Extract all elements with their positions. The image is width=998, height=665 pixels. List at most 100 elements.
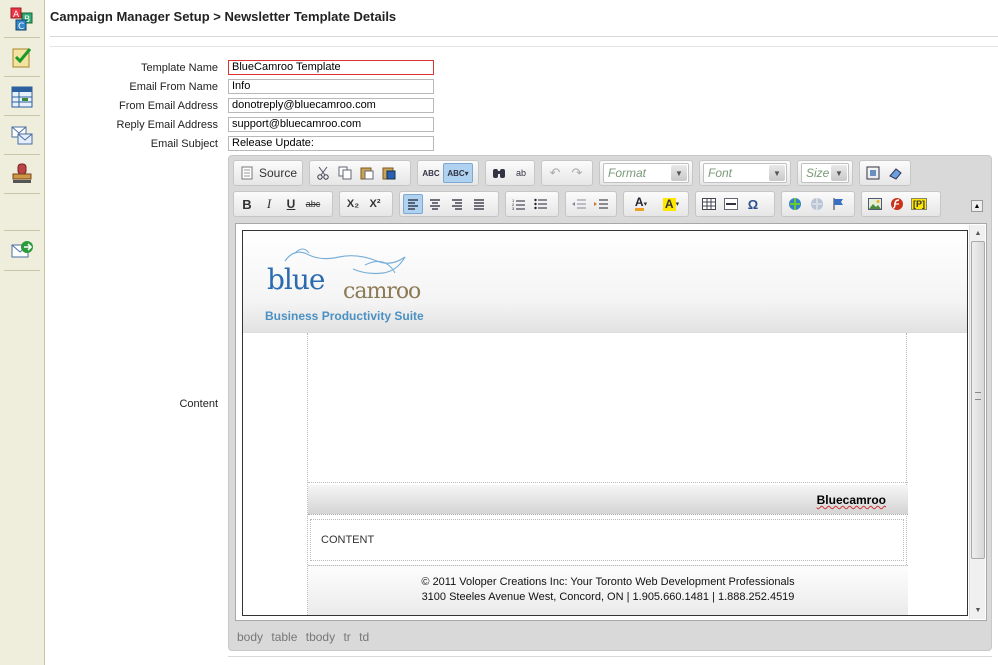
maximize-icon[interactable] — [863, 163, 883, 183]
script-group: X₂ X² — [339, 191, 393, 217]
font-group: Font ▼ — [699, 160, 791, 186]
editor-canvas[interactable]: blue camroo Business Productivity Suite … — [235, 223, 987, 621]
path-item[interactable]: td — [359, 630, 369, 644]
checklist-icon[interactable] — [9, 44, 35, 70]
horizontal-rule-icon[interactable] — [721, 194, 741, 214]
template-footer: © 2011 Voloper Creations Inc: Your Toron… — [308, 565, 908, 615]
anchor-flag-icon[interactable] — [829, 194, 849, 214]
left-sidebar: ABC — [0, 0, 45, 665]
chevron-down-icon: ▼ — [831, 165, 847, 181]
footer-line-1: © 2011 Voloper Creations Inc: Your Toron… — [421, 576, 795, 588]
insert-group: Ω — [695, 191, 775, 217]
numbered-list-icon[interactable]: 123 — [509, 194, 529, 214]
format-dropdown[interactable]: Format ▼ — [603, 163, 689, 183]
align-justify-icon[interactable] — [469, 194, 489, 214]
logo-word-camroo: camroo — [343, 279, 421, 304]
spell-as-you-type-icon[interactable]: ABC▾ — [443, 163, 473, 183]
email-send-icon[interactable] — [9, 238, 35, 264]
superscript-button[interactable]: X² — [365, 194, 385, 214]
template-main-column: Bluecamroo CONTENT © 2011 Voloper Creati… — [307, 333, 908, 615]
image-icon[interactable] — [865, 194, 885, 214]
background-color-icon[interactable]: A ▾ — [657, 194, 685, 214]
text-color-icon[interactable]: A ▾ — [627, 194, 655, 214]
email-from-name-input[interactable]: Info — [228, 79, 434, 94]
paste-icon[interactable] — [357, 163, 377, 183]
path-item[interactable]: table — [271, 630, 297, 644]
unlink-icon[interactable] — [807, 194, 827, 214]
italic-button[interactable]: I — [259, 194, 279, 214]
size-dropdown[interactable]: Size ▼ — [801, 163, 849, 183]
font-dropdown[interactable]: Font ▼ — [703, 163, 787, 183]
paste-word-icon[interactable] — [379, 163, 399, 183]
indent-icon[interactable] — [591, 194, 611, 214]
content-block[interactable]: CONTENT — [310, 519, 904, 561]
mail-merge-icon[interactable] — [9, 122, 35, 148]
style-group: B I U abc — [233, 191, 333, 217]
template-header: blue camroo Business Productivity Suite — [243, 231, 967, 333]
find-icon[interactable] — [489, 163, 509, 183]
path-item[interactable]: body — [237, 630, 263, 644]
replace-icon[interactable]: ab — [511, 163, 531, 183]
footer-line-2: 3100 Steeles Avenue West, Concord, ON | … — [421, 591, 795, 603]
align-center-icon[interactable] — [425, 194, 445, 214]
template-blank-area[interactable] — [308, 333, 908, 483]
spell-group: ABC ABC▾ — [417, 160, 479, 186]
link-icon[interactable] — [785, 194, 805, 214]
font-label: Font — [708, 166, 733, 180]
placeholder-button[interactable]: [P] — [909, 194, 929, 214]
abc-spelling-icon[interactable]: ABC — [9, 6, 35, 32]
element-path-bar: body table tbody tr td — [237, 630, 374, 644]
path-item[interactable]: tbody — [306, 630, 335, 644]
table-icon[interactable] — [699, 194, 719, 214]
scroll-down-icon[interactable]: ▼ — [971, 603, 985, 617]
find-group: ab — [485, 160, 535, 186]
scroll-thumb[interactable] — [971, 241, 985, 559]
bold-button[interactable]: B — [237, 194, 257, 214]
cut-icon[interactable] — [313, 163, 333, 183]
clipboard-group — [309, 160, 411, 186]
size-label: Size — [806, 166, 830, 180]
path-item[interactable]: tr — [343, 630, 350, 644]
placeholder-label: [P] — [911, 198, 927, 210]
email-subject-input[interactable]: Release Update: — [228, 136, 434, 151]
page-title: Campaign Manager Setup > Newsletter Temp… — [50, 9, 397, 24]
strikethrough-button[interactable]: abc — [303, 194, 323, 214]
reply-email-input[interactable]: support@bluecamroo.com — [228, 117, 434, 132]
redo-icon[interactable]: ↷ — [567, 163, 587, 183]
scroll-up-icon[interactable]: ▲ — [971, 226, 985, 240]
bluecamroo-logo: blue camroo Business Productivity Suite — [265, 243, 445, 323]
svg-text:C: C — [18, 22, 24, 31]
format-group: Format ▼ — [599, 160, 693, 186]
logo-tagline: Business Productivity Suite — [265, 309, 424, 323]
copy-icon[interactable] — [335, 163, 355, 183]
spellcheck-icon[interactable]: ABC — [421, 163, 441, 183]
rich-text-editor: Source ABC ABC▾ ab ↶ ↷ Format ▼ Font ▼ S… — [228, 155, 992, 651]
flash-icon[interactable] — [887, 194, 907, 214]
link-group — [781, 191, 855, 217]
subscript-button[interactable]: X₂ — [343, 194, 363, 214]
undo-group: ↶ ↷ — [541, 160, 593, 186]
email-subject-label: Email Subject — [150, 138, 218, 150]
source-button[interactable]: Source — [259, 166, 297, 180]
template-name-label: Template Name — [140, 62, 218, 74]
indent-group — [565, 191, 617, 217]
spreadsheet-icon[interactable] — [9, 84, 35, 110]
editor-scrollbar[interactable]: ▲ ▼ — [969, 225, 985, 619]
undo-icon[interactable]: ↶ — [545, 163, 565, 183]
format-label: Format — [608, 166, 647, 180]
outdent-icon[interactable] — [569, 194, 589, 214]
eraser-icon[interactable] — [885, 163, 905, 183]
template-name-input[interactable]: BlueCamroo Template — [228, 60, 434, 75]
special-char-icon[interactable]: Ω — [743, 194, 763, 214]
from-email-label: From Email Address — [118, 100, 218, 112]
svg-text:3: 3 — [512, 206, 515, 210]
collapse-toolbar-icon[interactable]: ▲ — [971, 200, 983, 212]
align-right-icon[interactable] — [447, 194, 467, 214]
bulleted-list-icon[interactable] — [531, 194, 551, 214]
from-email-input[interactable]: donotreply@bluecamroo.com — [228, 98, 434, 113]
stamp-icon[interactable] — [9, 161, 35, 187]
underline-button[interactable]: U — [281, 194, 301, 214]
content-placeholder: CONTENT — [321, 534, 375, 546]
content-label: Content — [179, 398, 218, 410]
align-left-icon[interactable] — [403, 194, 423, 214]
